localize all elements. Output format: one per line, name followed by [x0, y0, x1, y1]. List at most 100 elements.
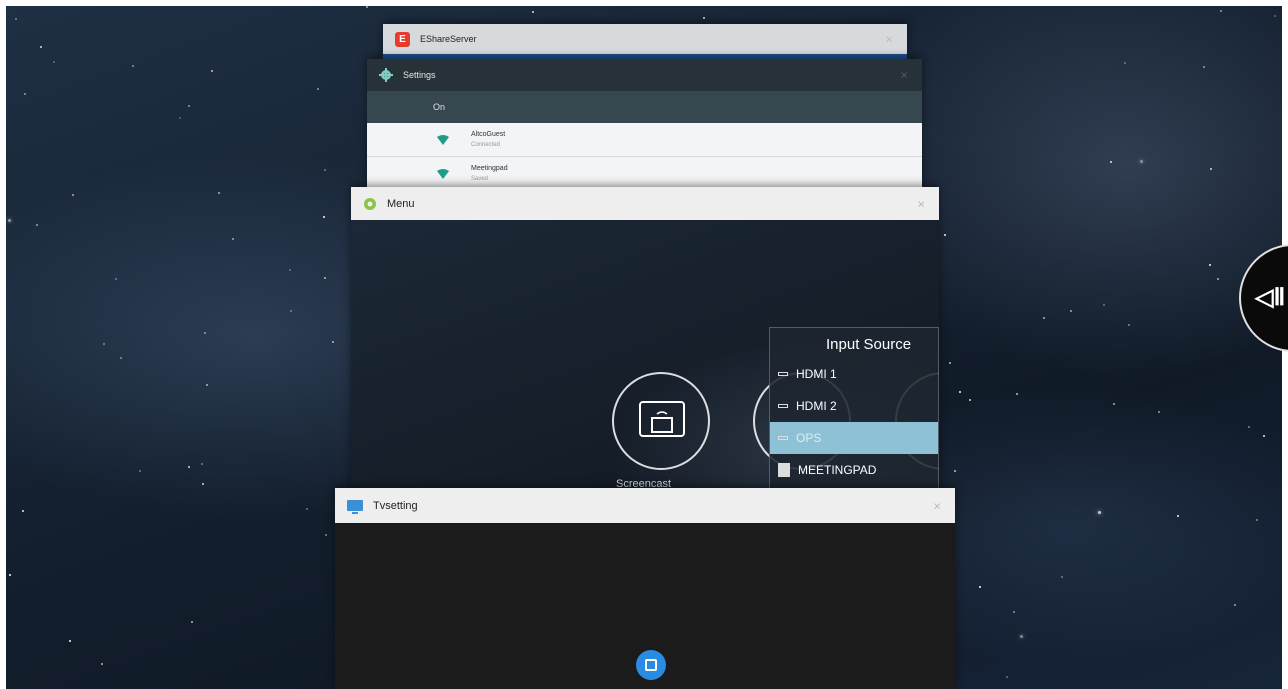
input-source-title: Input Source — [826, 336, 912, 353]
menu-app-icon — [364, 197, 376, 210]
star — [979, 586, 981, 588]
wifi-toggle-state: On — [367, 91, 922, 123]
star — [69, 640, 71, 642]
recent-app-card-menu[interactable]: Menu × Screencast Input Source HDMI 1 HD… — [351, 187, 939, 492]
source-ops: OPS — [770, 422, 938, 454]
star — [206, 384, 208, 386]
star — [218, 192, 220, 194]
card-header: Menu × — [351, 187, 939, 220]
wifi-network-status: Connected — [471, 141, 501, 148]
wifi-network-status: Saved — [471, 175, 489, 182]
star — [115, 278, 117, 280]
screencast-icon — [612, 372, 710, 470]
star — [8, 219, 11, 222]
gear-icon — [379, 68, 393, 82]
meetingpad-icon — [778, 463, 790, 477]
star — [703, 17, 705, 19]
star — [532, 11, 534, 13]
star — [132, 65, 134, 67]
star — [1217, 278, 1219, 280]
star — [1274, 15, 1276, 17]
eshare-app-icon: E — [395, 31, 410, 47]
star — [202, 483, 204, 485]
star — [1128, 324, 1130, 326]
card-header: E EShareServer × — [383, 24, 907, 54]
star — [1006, 676, 1008, 678]
star — [324, 169, 326, 171]
star — [1020, 635, 1023, 638]
close-icon[interactable]: × — [885, 32, 893, 47]
star — [1210, 168, 1212, 170]
close-icon[interactable]: × — [933, 498, 941, 513]
star — [1110, 161, 1112, 163]
star — [36, 224, 38, 226]
star — [1248, 426, 1250, 428]
star — [1177, 515, 1179, 517]
star — [1103, 304, 1105, 306]
star — [1043, 317, 1045, 319]
close-icon[interactable]: × — [917, 196, 925, 211]
star — [949, 362, 951, 364]
star — [53, 61, 55, 63]
star — [1061, 576, 1063, 578]
star — [1070, 310, 1072, 312]
card-title: EShareServer — [420, 34, 477, 44]
ops-icon — [778, 436, 788, 440]
star — [1209, 264, 1211, 266]
star — [1140, 160, 1143, 163]
star — [191, 621, 193, 623]
card-title: Tvsetting — [373, 499, 418, 512]
source-hdmi2: HDMI 2 — [770, 390, 938, 422]
star — [1263, 435, 1265, 437]
card-header: Tvsetting × — [335, 488, 955, 523]
star — [969, 399, 971, 401]
star — [323, 216, 325, 218]
recent-app-card-settings[interactable]: Settings × On AltcoGuest Connected Meeti… — [367, 59, 922, 191]
close-icon[interactable]: × — [900, 68, 908, 83]
source-meetingpad: MEETINGPAD — [770, 454, 938, 486]
star — [9, 574, 11, 576]
star — [317, 88, 319, 90]
star — [103, 343, 105, 345]
star — [332, 341, 334, 343]
star — [188, 466, 190, 468]
wifi-network-name: Meetingpad — [471, 164, 508, 172]
star — [1113, 403, 1115, 405]
wifi-network-row: AltcoGuest Connected — [367, 123, 922, 157]
star — [24, 93, 26, 95]
star — [1016, 393, 1018, 395]
wifi-network-row: Meetingpad Saved — [367, 157, 922, 191]
star — [15, 18, 17, 20]
star — [232, 238, 234, 240]
wifi-icon — [437, 168, 449, 179]
star — [1098, 511, 1101, 514]
star — [944, 234, 946, 236]
recents-button[interactable] — [636, 650, 666, 680]
source-hdmi1: HDMI 1 — [770, 358, 938, 390]
star — [201, 463, 203, 465]
recent-app-card-eshareserver[interactable]: E EShareServer × — [383, 24, 907, 60]
star — [1203, 66, 1205, 68]
star — [325, 534, 327, 536]
star — [306, 508, 308, 510]
star — [22, 510, 24, 512]
star — [1013, 611, 1015, 613]
star — [366, 6, 368, 8]
card-title: Menu — [387, 197, 415, 210]
card-title: Settings — [403, 70, 436, 80]
star — [120, 357, 122, 359]
star — [1256, 519, 1258, 521]
hdmi-icon — [778, 404, 788, 408]
star — [101, 663, 103, 665]
star — [204, 332, 206, 334]
star — [1220, 10, 1222, 12]
star — [40, 46, 42, 48]
hdmi-icon — [778, 372, 788, 376]
star — [1124, 62, 1126, 64]
wifi-icon — [437, 134, 449, 145]
card-header: Settings × — [367, 59, 922, 91]
star — [954, 470, 956, 472]
star — [179, 117, 181, 119]
star — [290, 310, 292, 312]
tv-icon — [347, 500, 363, 514]
